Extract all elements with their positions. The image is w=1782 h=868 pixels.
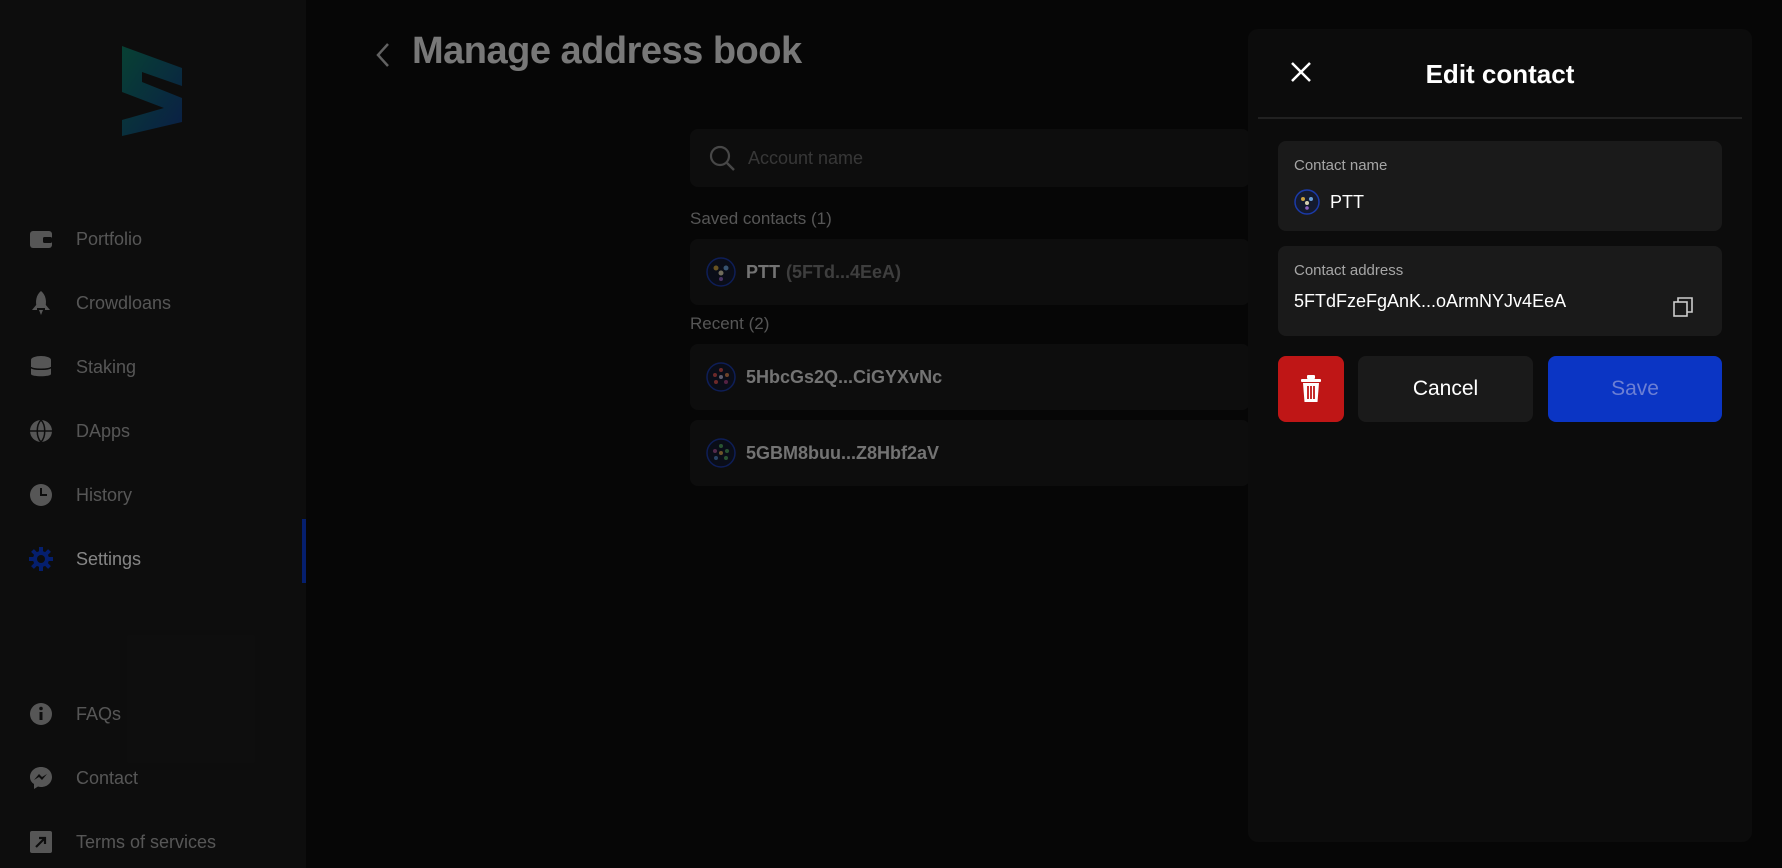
modal-title: Edit contact (1425, 59, 1575, 89)
contact-name-value-row: PTT (1294, 189, 1364, 215)
delete-button[interactable] (1278, 356, 1344, 422)
app-root: Portfolio Crowdloans Staking DApps Histo… (0, 0, 1782, 868)
edit-contact-modal: Edit contact Contact name PTT Contact ad… (1248, 29, 1752, 842)
contact-address-value: 5FTdFzeFgAnK...oArmNYJv4EeA (1294, 291, 1567, 311)
identicon-avatar (1294, 189, 1320, 215)
contact-name-field[interactable]: Contact name PTT (1278, 141, 1722, 231)
contact-address-label: Contact address (1294, 262, 1404, 279)
trash-icon (1301, 375, 1321, 402)
close-icon[interactable] (1290, 61, 1312, 83)
save-button[interactable]: Save (1548, 356, 1722, 422)
cancel-button[interactable]: Cancel (1358, 356, 1533, 422)
contact-name-label: Contact name (1294, 157, 1388, 174)
contact-name-input[interactable]: PTT (1330, 192, 1364, 213)
copy-icon[interactable] (1672, 296, 1694, 318)
modal-header: Edit contact (1258, 29, 1742, 119)
contact-address-field: Contact address 5FTdFzeFgAnK...oArmNYJv4… (1278, 246, 1722, 336)
